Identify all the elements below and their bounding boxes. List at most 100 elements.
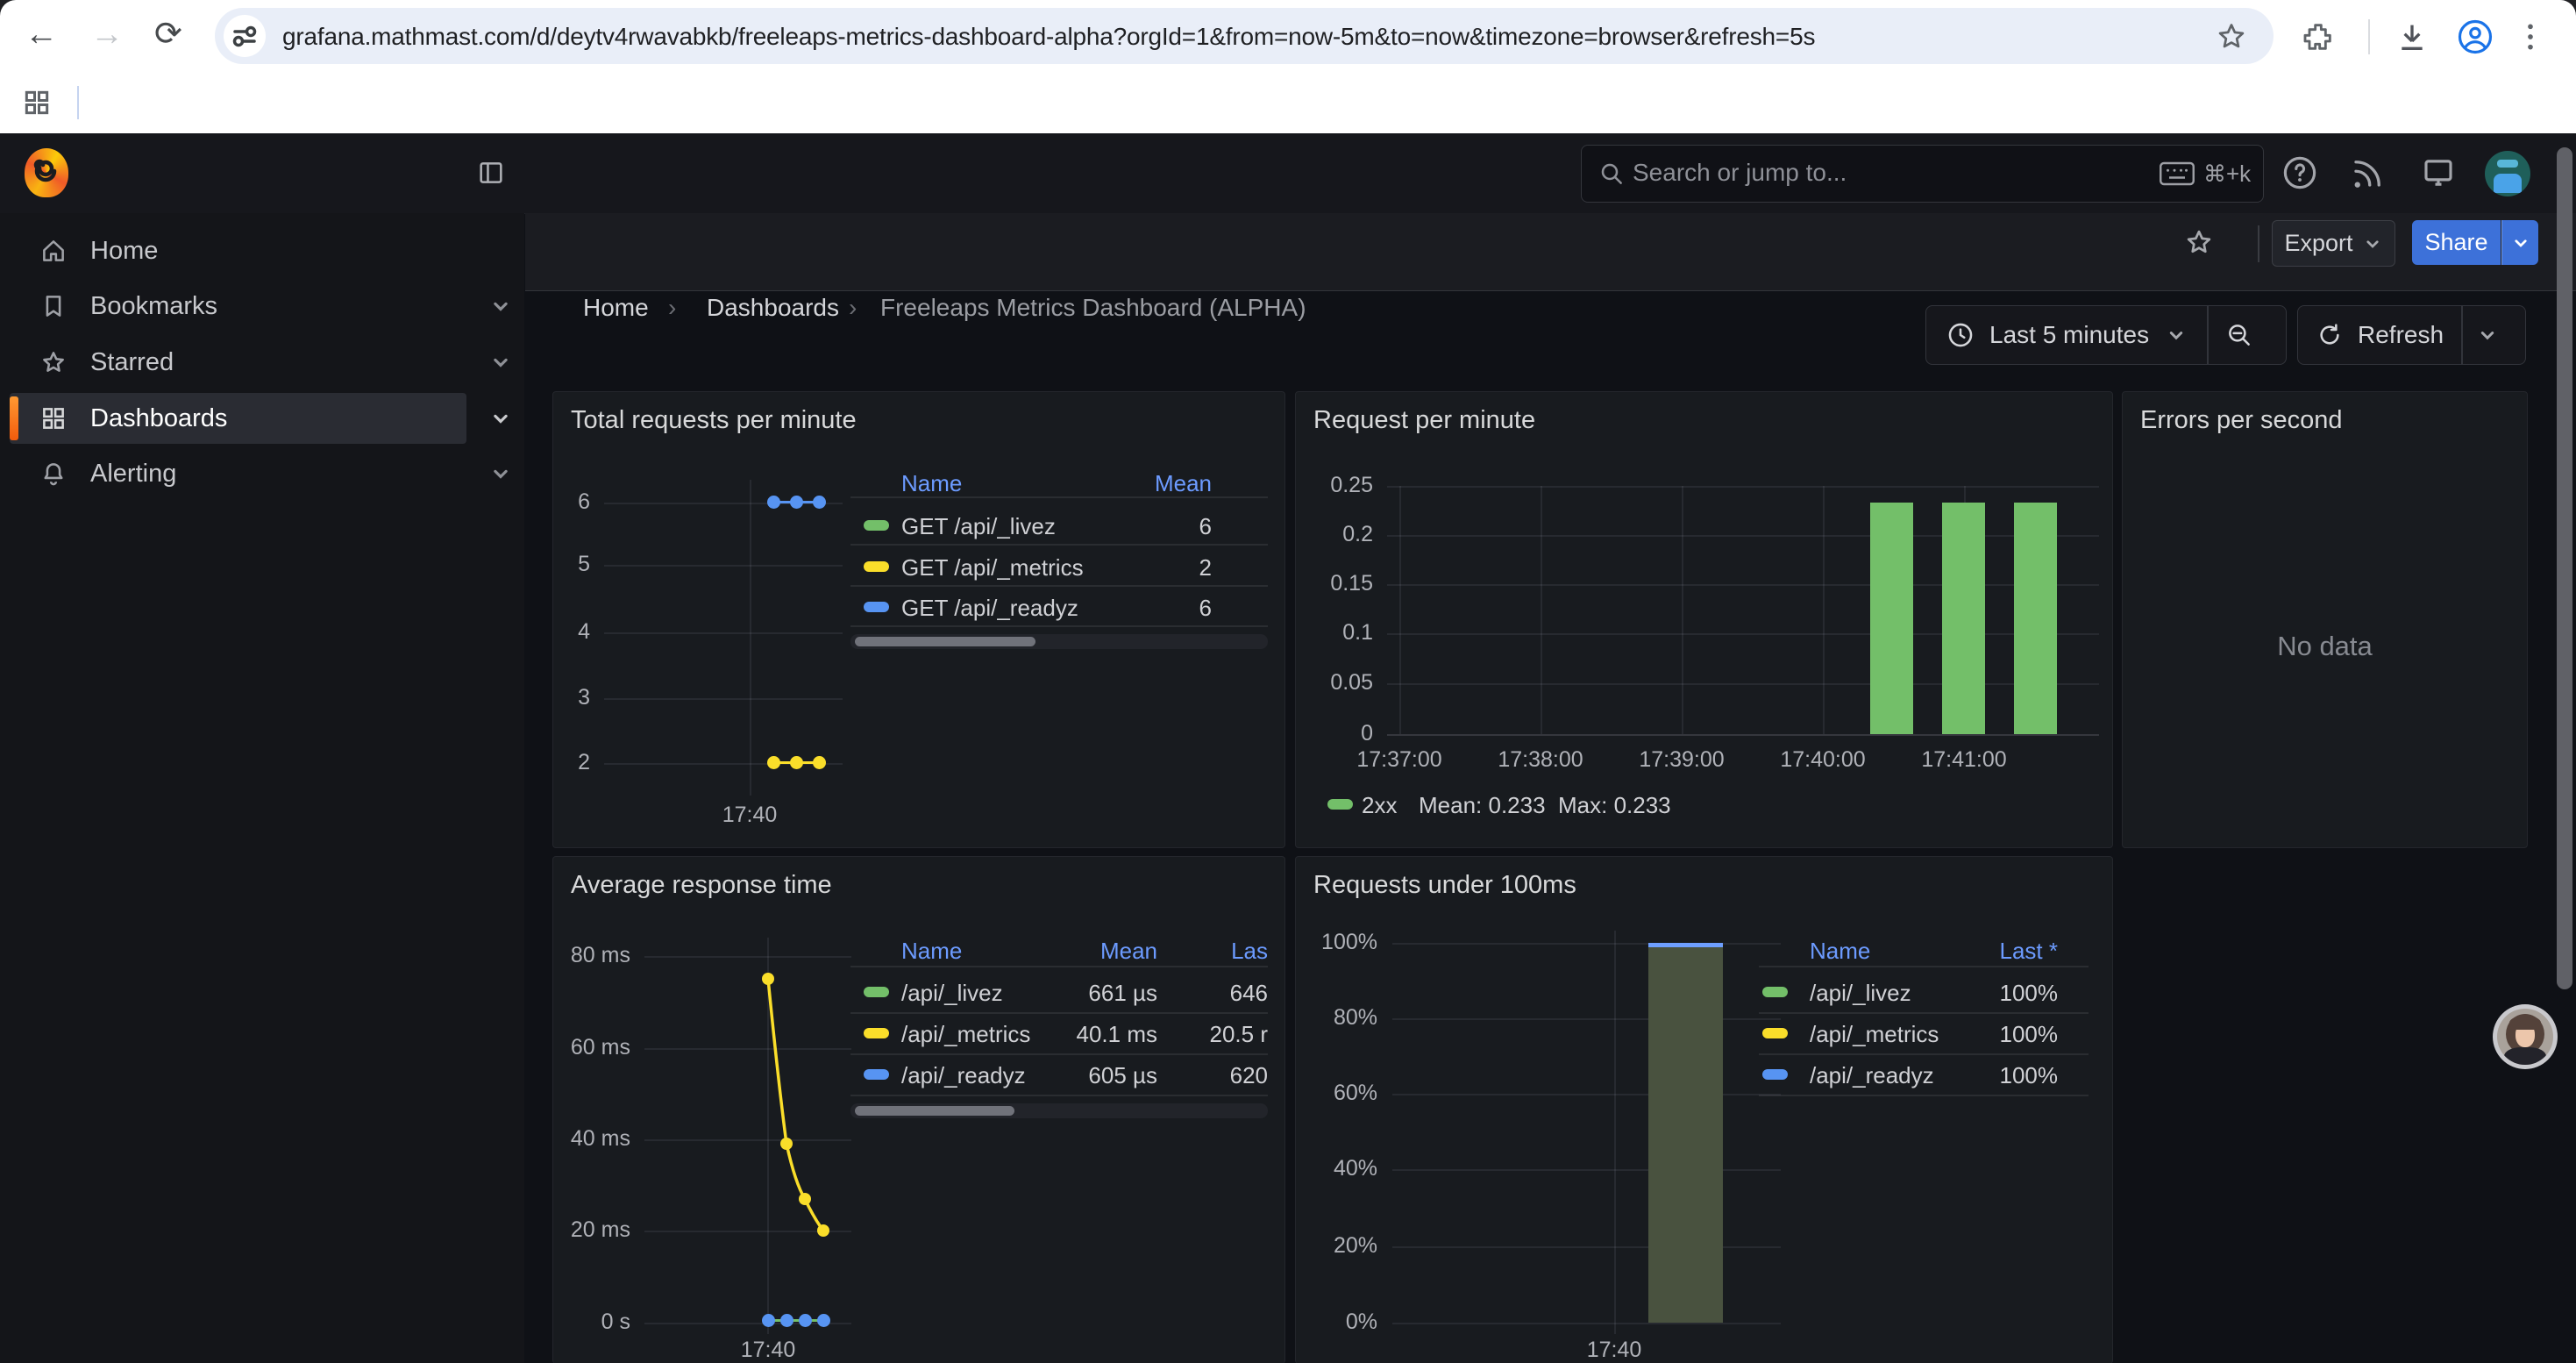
data-point[interactable] [790,756,803,769]
panel-title: Errors per second [2140,406,2343,435]
forward-icon[interactable]: → [90,18,124,51]
legend-series-name[interactable]: /api/_readyz [1810,1062,1934,1089]
profile-icon[interactable] [2457,18,2494,55]
y-tick: 4 [553,619,590,645]
legend-series-name[interactable]: 2xx [1362,792,1397,819]
legend-scrollbar-thumb[interactable] [855,1106,1014,1116]
url-bar[interactable]: grafana.mathmast.com/d/deytv4rwavabkb/fr… [215,8,2274,64]
series-color-pill[interactable] [864,561,889,572]
legend-series-name[interactable]: /api/_metrics [1810,1021,1939,1048]
chevron-down-icon[interactable] [488,461,513,486]
refresh-button[interactable]: Refresh [2298,306,2461,364]
sidebar-item-starred[interactable]: Starred [10,337,466,388]
legend-header-name[interactable]: Name [901,470,962,497]
panel-request-per-minute[interactable]: Request per minute 0.25 0.2 0.15 0.1 0.0… [1295,391,2113,848]
zoom-out-button[interactable] [2209,306,2270,364]
sidebar-item-alerting[interactable]: Alerting [10,448,466,499]
legend-scrollbar[interactable] [850,1103,1268,1118]
series-color-pill[interactable] [1762,1028,1788,1038]
sidebar-item-bookmarks[interactable]: Bookmarks [10,281,466,332]
page-scrollbar[interactable] [2557,147,2572,989]
bar-2xx[interactable] [1942,503,1985,734]
help-icon[interactable] [2281,154,2318,191]
y-tick: 80 ms [553,943,630,968]
chevron-down-icon[interactable] [488,350,513,375]
data-point[interactable] [813,756,826,769]
series-color-pill[interactable] [864,987,889,997]
y-tick: 0.1 [1296,620,1373,646]
series-color-pill[interactable] [864,1069,889,1080]
floating-assistant-avatar[interactable] [2493,1004,2558,1069]
y-tick: 3 [553,685,590,710]
legend-series-name[interactable]: /api/_livez [1810,980,1911,1007]
legend-series-name[interactable]: GET /api/_livez [901,513,1056,540]
series-color-pill[interactable] [1327,799,1353,810]
bookmark-star-icon[interactable] [2216,21,2247,53]
export-button[interactable]: Export [2272,220,2395,267]
series-color-pill[interactable] [1762,1069,1788,1080]
breadcrumb-home[interactable]: Home [583,294,649,322]
breadcrumb-dashboards[interactable]: Dashboards [707,294,839,322]
legend-header-name[interactable]: Name [901,938,962,965]
time-range-picker[interactable]: Last 5 minutes [1926,306,2207,364]
legend-scrollbar-thumb[interactable] [855,637,1035,646]
reload-icon[interactable]: ⟳ [154,18,182,51]
panel-total-requests[interactable]: Total requests per minute 6 5 4 3 2 17:4… [552,391,1285,848]
data-point[interactable] [767,756,780,769]
legend-header-name[interactable]: Name [1810,938,1870,965]
chevron-down-icon[interactable] [488,406,513,431]
extensions-icon[interactable] [2301,19,2336,54]
panel-errors-per-second[interactable]: Errors per second No data [2122,391,2528,848]
panel-requests-under-100ms[interactable]: Requests under 100ms 100% 80% 60% 40% 20… [1295,856,2113,1363]
data-point[interactable] [799,1314,812,1327]
legend-scrollbar[interactable] [850,634,1268,649]
chevron-down-icon[interactable] [488,294,513,318]
apps-grid-icon[interactable] [19,85,54,120]
grafana-logo[interactable] [25,148,68,197]
data-point[interactable] [813,496,826,509]
data-point[interactable] [790,496,803,509]
share-button[interactable]: Share [2412,220,2501,265]
legend-header-mean[interactable]: Mean [1100,938,1157,965]
y-tick: 80% [1296,1005,1377,1031]
legend-divider [850,496,1268,498]
share-menu-button[interactable] [2501,220,2538,265]
series-color-pill[interactable] [864,520,889,531]
sidebar-item-home[interactable]: Home [10,225,466,276]
legend-header-last[interactable]: Last * [2000,938,2059,965]
news-rss-icon[interactable] [2350,154,2387,191]
legend-series-name[interactable]: GET /api/_readyz [901,595,1078,622]
menu-kebab-icon[interactable] [2513,19,2548,54]
legend-series-name[interactable]: GET /api/_metrics [901,554,1084,582]
data-point[interactable] [817,1314,830,1327]
sidebar-toggle-icon[interactable] [476,158,506,188]
user-avatar[interactable] [2485,151,2530,196]
series-color-pill[interactable] [1762,987,1788,997]
legend-series-name[interactable]: /api/_livez [901,980,1003,1007]
series-color-pill[interactable] [864,602,889,612]
back-icon[interactable]: ← [25,18,58,51]
legend-series-name[interactable]: /api/_metrics [901,1021,1030,1048]
site-settings-icon[interactable] [224,15,266,57]
favorite-star-icon[interactable] [2182,225,2216,259]
x-tick: 17:41:00 [1911,747,2017,773]
panel-avg-response-time[interactable]: Average response time 80 ms 60 ms 40 ms … [552,856,1285,1363]
url-text[interactable]: grafana.mathmast.com/d/deytv4rwavabkb/fr… [282,23,1815,51]
bar-2xx[interactable] [2014,503,2057,734]
breadcrumb-separator: › [668,294,676,322]
data-point[interactable] [762,1314,775,1327]
refresh-interval-button[interactable] [2463,306,2512,364]
bar-under-100ms[interactable] [1648,947,1723,1323]
bar-2xx[interactable] [1870,503,1913,734]
gridline [1387,486,2099,488]
data-point[interactable] [780,1314,793,1327]
data-point[interactable] [767,496,780,509]
legend-header-last[interactable]: Las [1231,938,1268,965]
downloads-icon[interactable] [2395,19,2430,54]
kiosk-monitor-icon[interactable] [2420,154,2457,191]
series-color-pill[interactable] [864,1028,889,1038]
sidebar-item-dashboards[interactable]: Dashboards [10,393,466,444]
legend-header-mean[interactable]: Mean [1155,470,1212,497]
legend-series-name[interactable]: /api/_readyz [901,1062,1026,1089]
toolbar-divider [2368,19,2370,54]
